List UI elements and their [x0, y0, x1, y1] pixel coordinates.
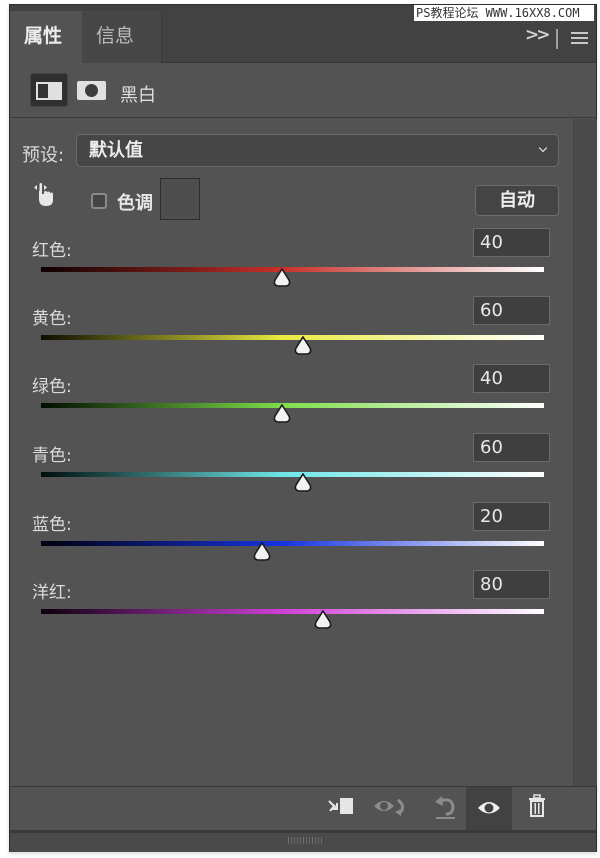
panel-footer	[10, 786, 596, 830]
slider-thumb[interactable]	[293, 336, 313, 356]
properties-panel: 属性 信息 >> 黑白 预设: 默认值 色调 自动 红色: 40 黄色: 60 绿色: 4	[9, 4, 597, 852]
slider-thumb[interactable]	[272, 268, 292, 288]
slider-thumb[interactable]	[252, 542, 272, 562]
adjustment-title: 黑白	[120, 85, 156, 106]
resize-grip-icon[interactable]	[288, 837, 322, 844]
slider-value-input[interactable]: 80	[473, 570, 550, 599]
slider-value-input[interactable]: 20	[473, 502, 550, 531]
slider-track[interactable]	[41, 609, 544, 614]
chevron-down-icon	[538, 143, 548, 153]
adjustment-content: 预设: 默认值 色调 自动 红色: 40 黄色: 60 绿色: 40 青色: 60 蓝色: 20 洋…	[10, 119, 573, 786]
expand-icon[interactable]: >>	[525, 25, 550, 45]
slider-value-input[interactable]: 40	[473, 364, 550, 393]
visibility-toggle-button[interactable]	[466, 787, 512, 830]
slider-row: 绿色: 40	[10, 364, 573, 440]
panel-menu-icon[interactable]	[571, 32, 588, 44]
slider-label: 黄色:	[32, 309, 72, 329]
delete-button[interactable]	[515, 787, 561, 830]
scrollbar[interactable]	[573, 119, 597, 786]
slider-row: 蓝色: 20	[10, 502, 573, 578]
clip-to-layer-icon	[328, 798, 353, 814]
adjustment-layer-icon	[36, 82, 62, 100]
adjustment-layer-button[interactable]	[30, 73, 68, 107]
auto-button[interactable]: 自动	[475, 185, 559, 216]
trash-icon	[529, 794, 545, 817]
layer-mask-icon[interactable]	[77, 81, 106, 100]
slider-thumb[interactable]	[313, 610, 333, 630]
reset-icon	[435, 796, 455, 819]
slider-value-input[interactable]: 60	[473, 296, 550, 325]
slider-label: 洋红:	[32, 583, 72, 603]
tab-info[interactable]: 信息	[82, 11, 162, 63]
adjustment-header: 黑白	[10, 64, 596, 118]
view-previous-state-icon	[374, 798, 405, 816]
reset-button[interactable]	[422, 787, 468, 830]
view-previous-state-button[interactable]	[370, 787, 416, 830]
slider-thumb[interactable]	[272, 404, 292, 424]
slider-track[interactable]	[41, 267, 544, 272]
slider-label: 青色:	[32, 446, 72, 466]
slider-label: 红色:	[32, 241, 72, 261]
visibility-eye-icon	[478, 802, 500, 814]
watermark: PS教程论坛 WWW.16XX8.COM	[414, 5, 594, 21]
slider-thumb[interactable]	[293, 473, 313, 493]
preset-value: 默认值	[89, 140, 143, 161]
slider-track[interactable]	[41, 403, 544, 408]
tint-color-swatch[interactable]	[160, 178, 200, 220]
slider-row: 红色: 40	[10, 228, 573, 304]
slider-track[interactable]	[41, 541, 544, 546]
panel-resize-bar[interactable]	[10, 830, 596, 852]
tint-checkbox[interactable]	[91, 193, 107, 209]
slider-row: 青色: 60	[10, 433, 573, 509]
tab-properties[interactable]: 属性	[10, 11, 82, 63]
slider-label: 蓝色:	[32, 515, 72, 535]
slider-row: 黄色: 60	[10, 296, 573, 372]
clip-to-layer-button[interactable]	[318, 787, 364, 830]
tint-label: 色调	[117, 193, 153, 214]
slider-value-input[interactable]: 60	[473, 433, 550, 462]
hand-scrub-icon[interactable]	[32, 179, 62, 209]
preset-select[interactable]: 默认值	[76, 134, 559, 167]
slider-label: 绿色:	[32, 377, 72, 397]
preset-label: 预设:	[22, 145, 65, 166]
slider-row: 洋红: 80	[10, 570, 573, 646]
slider-value-input[interactable]: 40	[473, 228, 550, 257]
tab-divider	[556, 29, 558, 49]
